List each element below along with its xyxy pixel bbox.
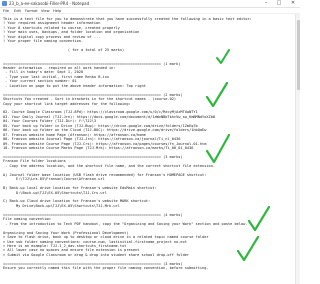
title-bar: 23_b_a-ee-sakasobi-Filler-PR4 - Notepad … bbox=[0, 0, 300, 8]
scrollbar-thumb[interactable] bbox=[297, 20, 300, 90]
text-line: Ensure you correctly named this file wit… bbox=[3, 266, 209, 271]
text-line: > Save to flash drive, back up to deskto… bbox=[3, 235, 209, 240]
text-line: 03- Your Daily Journal (TJJ-Jrn): https:… bbox=[3, 114, 216, 119]
checkmark-icon bbox=[216, 49, 230, 65]
text-line: C) Back-up Cloud drive location for Fran… bbox=[3, 199, 151, 204]
text-line: ========================================… bbox=[3, 154, 183, 159]
text-line: 06- Your back up folder on the Cloud (TJ… bbox=[3, 128, 207, 133]
text-line: ========================================… bbox=[3, 92, 183, 97]
close-button[interactable]: ✕ bbox=[287, 0, 299, 7]
text-line: This is a text file for you to demonstra… bbox=[3, 17, 252, 21]
text-line: > Submit via Google Classroom or drag & … bbox=[3, 252, 190, 257]
checkmark-icon bbox=[248, 206, 270, 232]
text-line: ========================================… bbox=[3, 261, 183, 266]
text-line: ! Your proper file naming convention. bbox=[3, 39, 84, 44]
text-line: D:\Back-up\TJJ\EX-05\Shortcuts\TJJ-Crs.u… bbox=[3, 190, 107, 195]
text-line: ! Your 8 shortcuts related to course, cr… bbox=[3, 25, 120, 30]
text-line: ! Your digital copy process and review o… bbox=[3, 34, 101, 39]
text-line: B) Back-up local drive location for Fran… bbox=[3, 186, 157, 191]
maximize-button[interactable]: □ bbox=[273, 0, 285, 7]
text-line: ! Your main uses, backups, and folder lo… bbox=[3, 30, 140, 35]
text-line: Organizing and Saving Your Work (Profess… bbox=[3, 230, 129, 235]
checkmark-icon bbox=[206, 134, 230, 164]
notepad-app-icon bbox=[2, 1, 7, 6]
text-line: Copy your shortcut link target addresses… bbox=[3, 101, 131, 106]
text-line: Franson File folder locations bbox=[3, 159, 66, 164]
text-line: ! Your required assignment header inform… bbox=[3, 21, 101, 26]
text-line: - Type your last initial, first name Ren… bbox=[3, 74, 110, 79]
text-line: - Your current section number: 01 bbox=[3, 79, 77, 84]
text-line: Shortcuts You created - Sort in brackets… bbox=[3, 97, 177, 102]
text-line: > Use sub folder naming conventions: cou… bbox=[3, 239, 187, 244]
text-line: - Location on page to put the above head… bbox=[3, 83, 146, 88]
text-line: 05- Your back up folder in Drive (TJJ-Bu… bbox=[3, 123, 198, 128]
text-line: 08- Franson website Journal Page (TJJ-Jr… bbox=[3, 137, 181, 142]
text-line: ========================================… bbox=[3, 61, 181, 66]
text-line: Header information - required on all wor… bbox=[3, 65, 116, 70]
vertical-scrollbar[interactable] bbox=[295, 14, 300, 284]
text-line: > All lower case no spaces and ensure fi… bbox=[3, 248, 140, 253]
checkmark-icon bbox=[206, 82, 228, 108]
text-line: 02- Course Google Classroom (TJJ-8Pd): h… bbox=[3, 110, 198, 115]
text-line: File naming convention bbox=[3, 217, 51, 222]
checkmark-icon bbox=[237, 236, 259, 262]
text-line: - Copy the address location, and the sho… bbox=[3, 163, 216, 168]
text-line: 10- Franson website Course Marks Page (T… bbox=[3, 146, 194, 151]
text-line: - From the introduction to Tech PDF hand… bbox=[3, 221, 248, 226]
text-line: E:\TJJ\Lns-05\Franson\Course\Afranson.ur… bbox=[3, 177, 105, 182]
text-line: A) Journal folder base location (USB fla… bbox=[3, 172, 207, 177]
text-line: My Drive\Back-up\TJJ\EX-05\Shortcuts\TJJ… bbox=[3, 203, 120, 208]
text-line: 04- Your Courses Folder (TJJ-Dir): Y:\TJ… bbox=[3, 119, 97, 124]
text-line: 07- Franson website home Page (Afranson)… bbox=[3, 132, 146, 137]
text-line: ( for a total of 25 marks) bbox=[3, 48, 125, 53]
text-line: ========================================… bbox=[3, 212, 183, 217]
minimize-button[interactable]: – bbox=[260, 0, 272, 7]
text-line: - Fill in today's date: Sept 1, 2020 bbox=[3, 70, 84, 75]
window-title: 23_b_a-ee-sakasobi-Filler-PR4 - Notepad bbox=[9, 1, 90, 6]
text-line: > Here is an example: TJJ-1_2_dav-shortc… bbox=[3, 243, 127, 248]
text-line: 09- Franson website Course Page (TJJ-Crs… bbox=[3, 141, 207, 146]
